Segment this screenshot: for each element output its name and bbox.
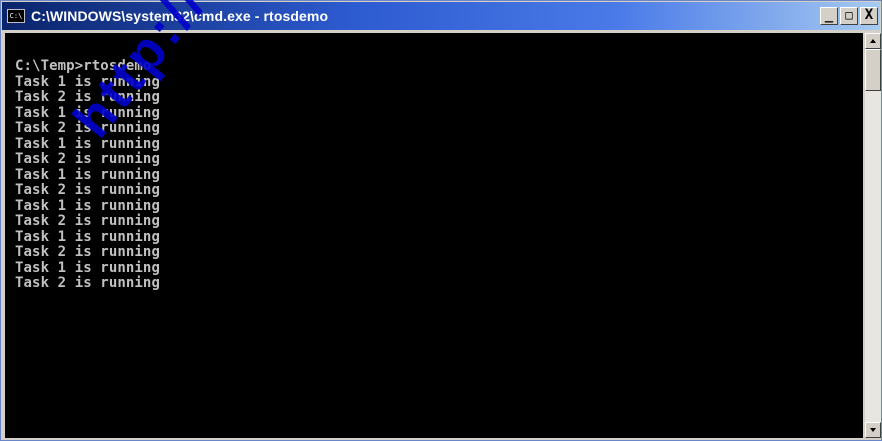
- scroll-up-button[interactable]: [865, 33, 881, 49]
- console-line: Task 2 is running: [15, 182, 160, 198]
- console-line: Task 2 is running: [15, 120, 160, 136]
- console-line: Task 1 is running: [15, 73, 160, 90]
- minimize-button[interactable]: _: [820, 7, 838, 25]
- cmd-icon[interactable]: C:\: [7, 9, 25, 23]
- maximize-button[interactable]: □: [840, 7, 858, 25]
- console-line: Task 1 is running: [15, 104, 160, 121]
- scroll-up-arrow-icon: [870, 39, 876, 43]
- console-lines: C:\Temp>rtosdemo Task 1 is running Task …: [15, 58, 160, 292]
- console-line: Task 1 is running: [15, 197, 160, 214]
- cmd-window: C:\ C:\WINDOWS\system32\cmd.exe - rtosde…: [0, 0, 882, 441]
- scroll-thumb[interactable]: [865, 49, 881, 91]
- console-line-prompt: C:\Temp>rtosdemo: [15, 58, 152, 74]
- close-button[interactable]: X: [860, 7, 878, 25]
- console-line: Task 1 is running: [15, 166, 160, 183]
- vertical-scrollbar[interactable]: [865, 33, 881, 438]
- console-line: Task 1 is running: [15, 135, 160, 152]
- scroll-down-button[interactable]: [865, 422, 881, 438]
- console-line: Task 2 is running: [15, 213, 160, 229]
- console-line: Task 2 is running: [15, 244, 160, 260]
- console-line: Task 1 is running: [15, 259, 160, 276]
- console-output[interactable]: C:\Temp>rtosdemo Task 1 is running Task …: [5, 33, 863, 438]
- window-controls: _ □ X: [820, 7, 878, 25]
- console-line: Task 2 is running: [15, 151, 160, 167]
- window-title: C:\WINDOWS\system32\cmd.exe - rtosdemo: [31, 8, 329, 24]
- title-bar[interactable]: C:\ C:\WINDOWS\system32\cmd.exe - rtosde…: [2, 2, 880, 30]
- console-line: Task 2 is running: [15, 89, 160, 105]
- console-line: Task 2 is running: [15, 275, 160, 291]
- console-line: Task 1 is running: [15, 228, 160, 245]
- scroll-down-arrow-icon: [870, 428, 876, 432]
